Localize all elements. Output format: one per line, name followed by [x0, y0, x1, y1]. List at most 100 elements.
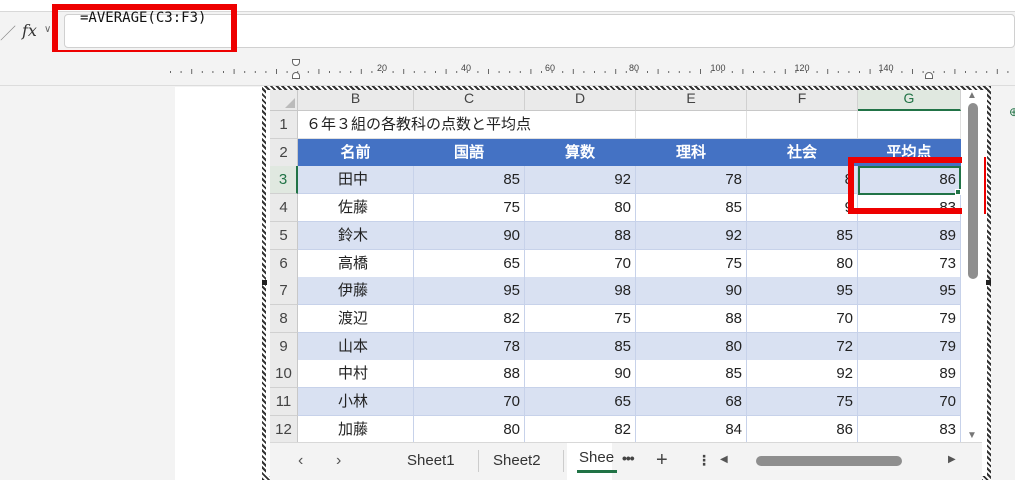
ruler-tick	[562, 71, 564, 73]
ruler-tick	[975, 71, 977, 73]
ruler-tick	[445, 69, 447, 74]
ruler-tick	[594, 71, 595, 73]
ruler-tick	[615, 69, 617, 74]
ruler-tick	[329, 71, 330, 73]
formula-highlight-box	[52, 4, 237, 56]
ruler-tick	[392, 71, 394, 73]
ruler-label: 120	[794, 63, 810, 73]
ruler-tick	[170, 71, 171, 73]
ruler-label: 20	[376, 63, 388, 73]
ruler-tick	[212, 71, 214, 73]
ruler-tick	[371, 71, 373, 73]
ruler-tick	[965, 71, 966, 73]
ruler-tick	[201, 71, 203, 73]
chevron-down-icon[interactable]: ∨	[44, 24, 51, 35]
ruler-tick	[360, 69, 362, 74]
ruler-label: 100	[710, 63, 726, 73]
ruler-tick	[276, 69, 277, 74]
ruler-tick	[604, 71, 606, 73]
fx-icon[interactable]: fx	[22, 21, 37, 40]
ruler-tick	[700, 69, 701, 74]
ruler-tick	[784, 69, 786, 74]
scroll-right-icon[interactable]: ▶	[948, 454, 956, 465]
ruler-tick	[933, 71, 935, 73]
ruler-tick	[774, 71, 776, 73]
ruler-tick	[625, 71, 627, 73]
ruler-tick	[869, 69, 871, 74]
ruler-tick	[191, 69, 193, 74]
ruler-label: 60	[544, 63, 556, 73]
ruler-tick	[339, 71, 341, 73]
ruler-tick	[286, 71, 288, 73]
ruler-tick	[307, 71, 309, 73]
ruler-tick	[943, 71, 945, 73]
tab-active-sheet[interactable]: Shee	[579, 449, 614, 466]
ruler-tick	[753, 71, 754, 73]
ruler-tick	[456, 71, 458, 73]
name-box-edge: ／	[0, 26, 17, 43]
ruler-tick	[413, 71, 415, 73]
active-tab-underline	[577, 470, 617, 473]
ruler-tick	[233, 69, 235, 74]
ruler-tick	[912, 69, 913, 74]
ruler-tick	[223, 71, 224, 73]
frame-handle-left[interactable]	[262, 280, 267, 285]
ruler-tick	[572, 69, 574, 74]
tab-prev-icon[interactable]: ‹	[298, 452, 303, 470]
ruler-label: 40	[460, 63, 472, 73]
right-margin	[991, 87, 1015, 480]
tab-separator	[478, 450, 479, 472]
ruler-label: 80	[628, 63, 640, 73]
ruler-tick	[827, 69, 829, 74]
ruler-tick	[424, 71, 426, 73]
sheet-options-icon[interactable]: ⋮	[697, 452, 711, 469]
scroll-left-icon[interactable]: ◀	[720, 454, 728, 465]
ruler-label: 140	[878, 63, 894, 73]
ruler-tick	[668, 71, 670, 73]
ruler-tick	[488, 69, 489, 74]
tab-sheet2[interactable]: Sheet2	[493, 452, 541, 469]
ruler-tick	[254, 71, 256, 73]
tab-separator	[563, 450, 564, 472]
more-sheets-icon[interactable]: •••	[622, 450, 635, 466]
tab-next-icon[interactable]: ›	[336, 452, 341, 470]
ruler-tick	[477, 71, 479, 73]
embedded-object-frame[interactable]	[262, 86, 991, 480]
ruler-tick	[678, 71, 680, 73]
ruler-tick	[180, 71, 182, 73]
ruler-tick	[996, 69, 998, 74]
ruler-tick	[583, 71, 585, 73]
frame-handle-right[interactable]	[986, 280, 991, 285]
ruler-tick	[954, 69, 956, 74]
ruler-tick	[350, 71, 352, 73]
ruler-tick	[763, 71, 765, 73]
ruler-tick	[519, 71, 521, 73]
ruler-tick	[859, 71, 860, 73]
ruler-tick	[901, 71, 903, 73]
ruler-tick	[265, 71, 267, 73]
ruler-tick	[986, 71, 988, 73]
indent-marker-bottom[interactable]	[292, 72, 300, 79]
ruler-tick	[318, 69, 320, 74]
right-indent-marker[interactable]	[925, 72, 933, 79]
add-sheet-button[interactable]: +	[656, 449, 668, 472]
ruler-tick	[244, 71, 246, 73]
ruler-tick	[509, 71, 511, 73]
ruler-tick	[435, 71, 436, 73]
side-pane-icon[interactable]: ⊕	[1009, 105, 1015, 119]
ruler-tick	[837, 71, 839, 73]
tab-sheet1[interactable]: Sheet1	[407, 452, 455, 469]
ruler-tick	[816, 71, 818, 73]
ruler-tick	[541, 71, 542, 73]
ruler-tick	[731, 71, 733, 73]
ruler-tick	[742, 69, 744, 74]
ruler-tick	[647, 71, 648, 73]
ruler-tick	[1007, 71, 1009, 73]
ruler-tick	[689, 71, 691, 73]
ruler-tick	[657, 69, 659, 74]
ruler-tick	[848, 71, 850, 73]
ruler-tick	[530, 69, 532, 74]
ruler-tick	[498, 71, 500, 73]
horizontal-scroll-thumb[interactable]	[756, 456, 902, 466]
ruler-tick	[922, 71, 924, 73]
